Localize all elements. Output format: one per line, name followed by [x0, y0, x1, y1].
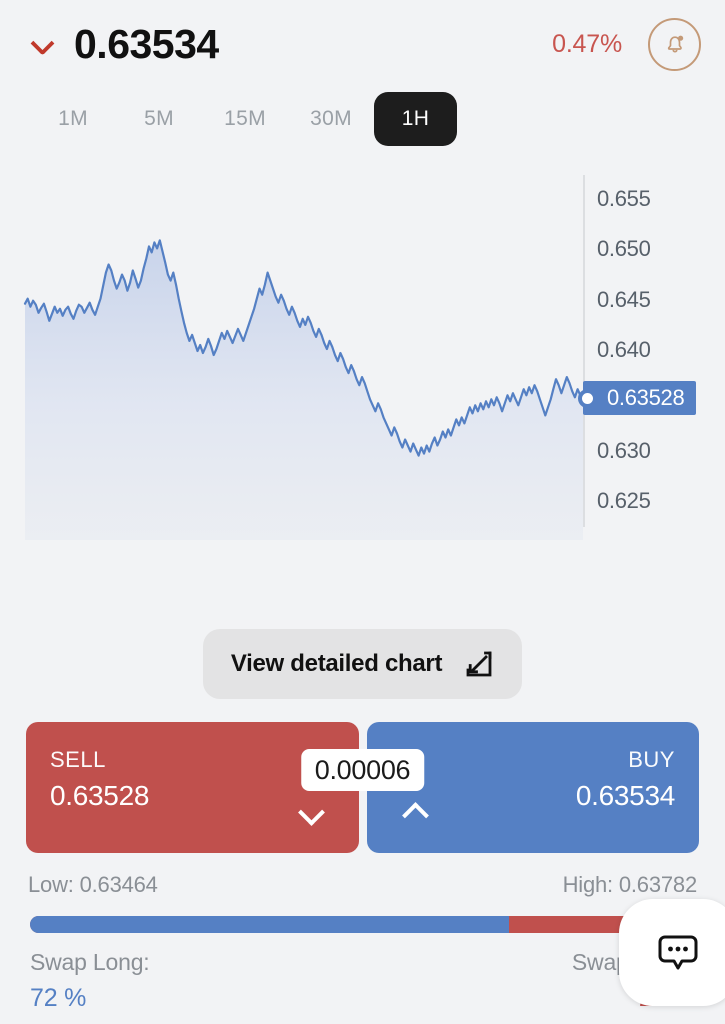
tab-30m[interactable]: 30M — [288, 92, 374, 146]
current-price-tag: 0.63528 — [583, 381, 697, 416]
buy-label: BUY — [628, 747, 675, 772]
current-price-marker — [578, 388, 597, 408]
low-value: Low: 0.63464 — [28, 872, 158, 897]
chart-y-tick: 0.645 — [597, 286, 651, 312]
buy-price: 0.63534 — [575, 780, 675, 811]
chart-y-axis-labels: 0.655 0.650 0.645 0.640 0.630 0.625 — [597, 162, 725, 542]
notification-button[interactable] — [648, 17, 701, 71]
chat-widget-button[interactable] — [619, 899, 725, 1006]
chevron-down-icon[interactable] — [30, 31, 56, 57]
tab-1m[interactable]: 1M — [30, 92, 116, 146]
chevron-down-icon — [299, 799, 323, 823]
chart-y-tick: 0.625 — [597, 487, 651, 513]
trading-screen: 0.63534 0.47% 1M 5M 15M 30M 1H 0.655 0.6… — [0, 0, 725, 1024]
page-title: 0.63534 — [74, 20, 219, 67]
header: 0.63534 0.47% — [0, 0, 725, 88]
swap-long-value: 72 % — [30, 984, 87, 1012]
swap-long-group: Swap Long: 72 % — [30, 949, 150, 1013]
chart-y-tick: 0.640 — [597, 337, 651, 362]
chart-y-tick: 0.650 — [597, 236, 651, 262]
sentiment-long-segment — [30, 916, 509, 933]
bell-icon — [667, 35, 683, 53]
trade-buttons: SELL 0.63528 BUY 0.63534 0.00006 — [26, 722, 699, 853]
price-chart[interactable]: 0.655 0.650 0.645 0.640 0.630 0.625 0.63528 — [0, 162, 725, 542]
tab-1h[interactable]: 1H — [374, 92, 457, 146]
high-value: High: 0.63782 — [562, 872, 698, 897]
change-percent: 0.47% — [552, 29, 622, 58]
sell-price: 0.63528 — [50, 780, 150, 811]
swap-row: Swap Long: 72 % Swap Short: 28 % — [30, 949, 695, 1013]
chart-axis-line — [583, 175, 585, 527]
detail-chart-row: View detailed chart — [0, 629, 725, 699]
chevron-up-icon — [403, 799, 427, 823]
timeframe-tabs: 1M 5M 15M 30M 1H — [0, 88, 725, 150]
tab-5m[interactable]: 5M — [116, 92, 202, 146]
chat-bubble-icon — [658, 935, 698, 969]
tab-15m[interactable]: 15M — [202, 92, 288, 146]
chart-y-tick: 0.630 — [597, 437, 651, 463]
sell-label: SELL — [50, 747, 106, 772]
view-detailed-chart-label: View detailed chart — [230, 650, 443, 677]
swap-long-label: Swap Long: — [30, 949, 150, 975]
chart-canvas — [23, 239, 585, 540]
view-detailed-chart-button[interactable]: View detailed chart — [202, 629, 523, 699]
range-row: Low: 0.63464 High: 0.63782 — [28, 872, 697, 898]
spread-badge: 0.00006 — [300, 749, 425, 791]
sentiment-bar — [30, 916, 695, 933]
chart-y-tick: 0.655 — [597, 186, 651, 212]
expand-arrow-icon — [466, 651, 492, 677]
